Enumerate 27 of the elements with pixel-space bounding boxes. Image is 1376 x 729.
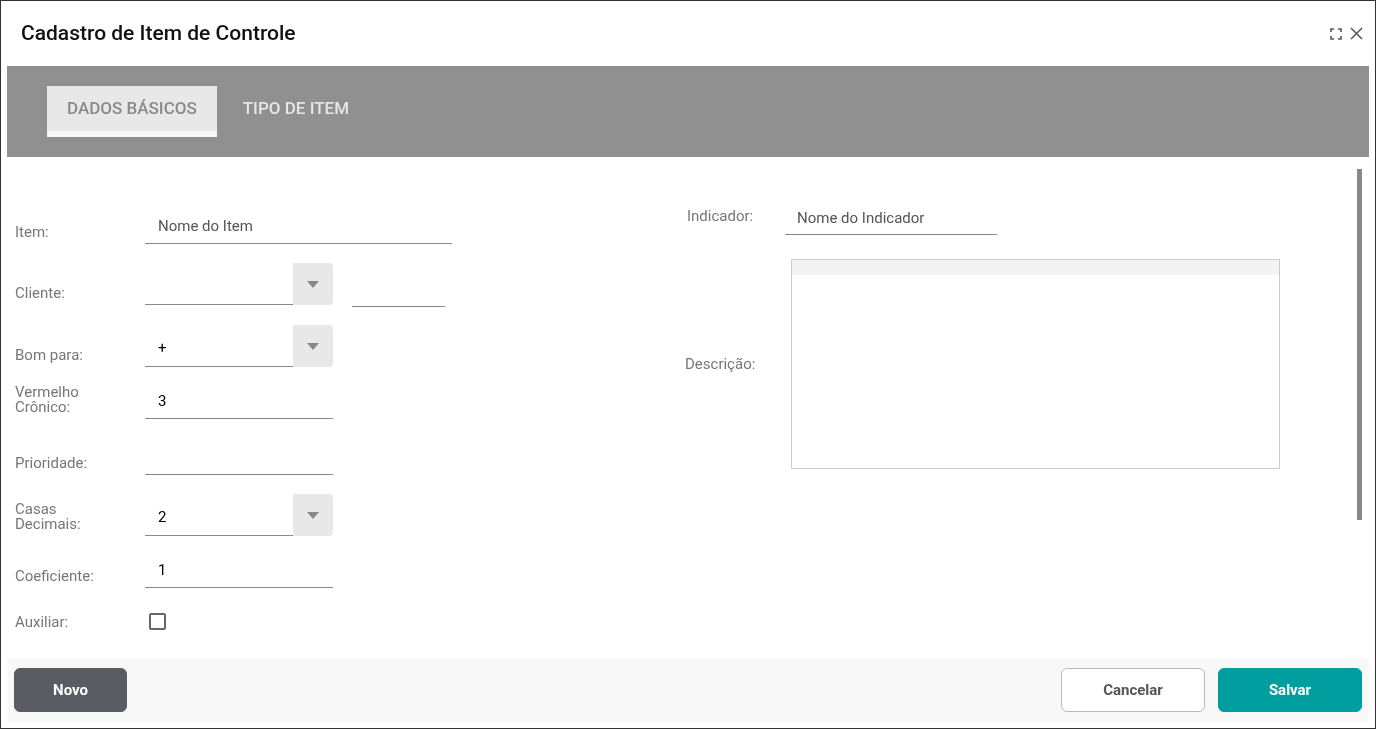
action-button[interactable]: Cancelar [1061, 668, 1205, 712]
maximize-icon[interactable] [1330, 27, 1342, 40]
dropdown[interactable] [145, 263, 333, 305]
field-label: Indicador: [686, 205, 755, 227]
field-label: Coeficiente: [15, 569, 95, 584]
checkbox[interactable] [149, 613, 166, 630]
text-field[interactable]: Nome do Item [145, 208, 452, 244]
indicator-field[interactable]: Nome do Indicador [785, 201, 997, 235]
field-label: Descrição: [684, 353, 757, 375]
field-label: Cliente: [15, 286, 66, 301]
window-title: Cadastro de Item de Controle [21, 19, 296, 47]
field-label: Vermelho Crônico: [15, 385, 80, 415]
field-label: Casas Decimais: [15, 502, 82, 532]
field-label: Item: [15, 225, 50, 240]
text-field[interactable]: 1 [145, 552, 333, 588]
field-label: Prioridade: [15, 456, 89, 471]
close-icon[interactable] [1350, 27, 1363, 40]
caret-icon [307, 280, 319, 288]
caret-icon [307, 342, 319, 350]
field-label: Auxiliar: [15, 615, 70, 630]
dropdown[interactable]: 2 [145, 494, 333, 536]
caret-icon [307, 511, 319, 519]
text-field[interactable]: 3 [145, 383, 333, 419]
dropdown[interactable]: + [145, 325, 333, 367]
field-label: Bom para: [15, 348, 84, 363]
action-button[interactable]: Novo [14, 668, 127, 712]
scrollbar[interactable] [1357, 169, 1362, 520]
